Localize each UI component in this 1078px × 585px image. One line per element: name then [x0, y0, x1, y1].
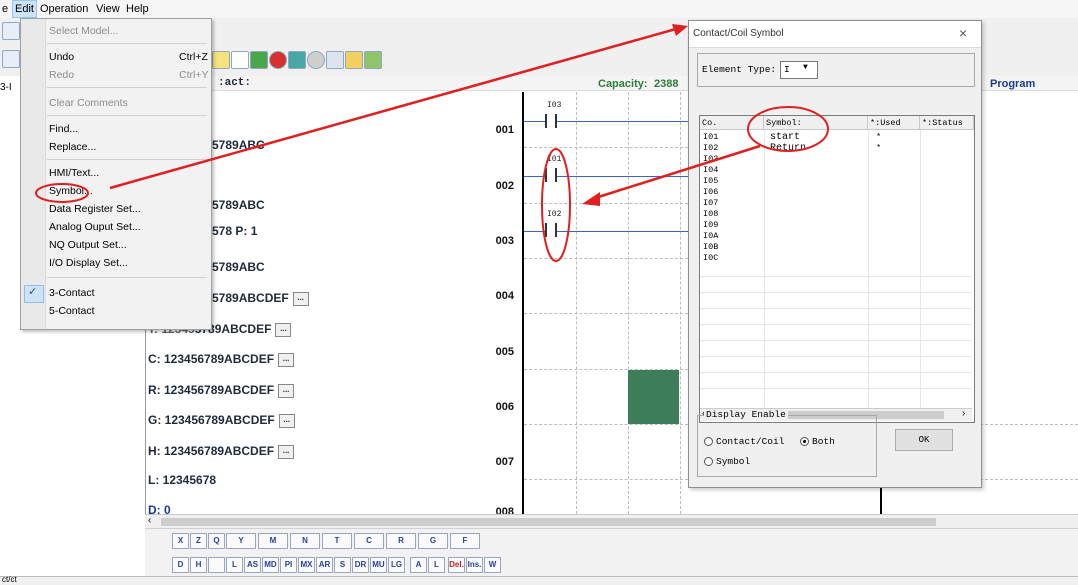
- annotation-overlay: [35, 24, 829, 262]
- annotation-ellipse-symbol-menu: [35, 183, 89, 203]
- arrowhead-icon: [582, 192, 600, 206]
- annotation-ellipse-contacts: [541, 148, 571, 262]
- annotation-arrow-to-contacts: [591, 144, 761, 201]
- annotation-ellipse-symbols: [747, 106, 829, 152]
- annotation-arrow-to-dialog: [109, 25, 684, 190]
- arrowhead-icon: [672, 24, 688, 36]
